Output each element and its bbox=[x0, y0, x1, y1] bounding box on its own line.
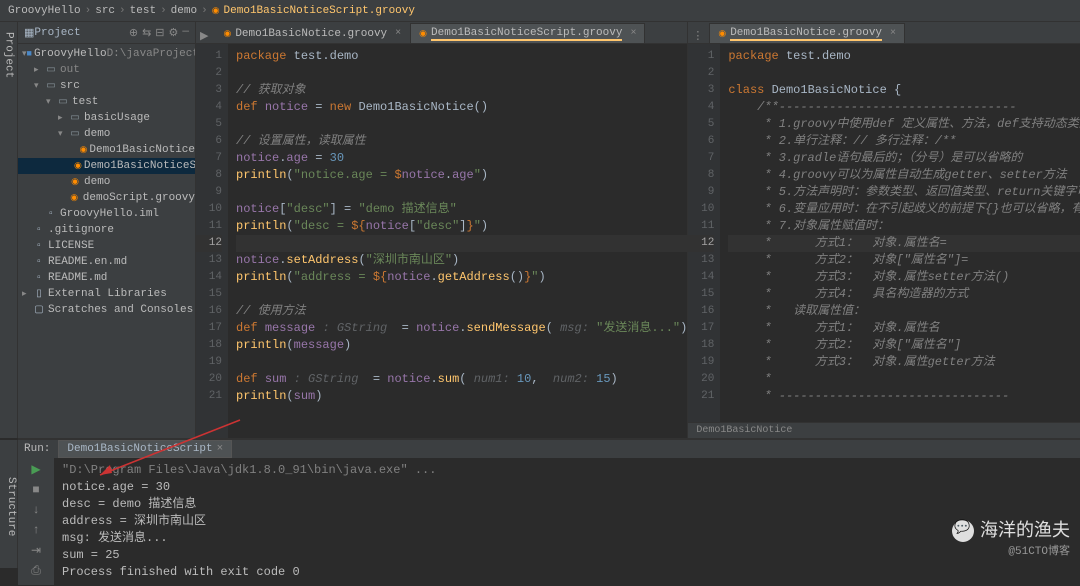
sidebar-rail-left[interactable]: Project bbox=[0, 22, 18, 438]
editor-right: ⋮ Demo1BasicNotice.groovy× 1234567891011… bbox=[688, 22, 1080, 438]
tree-item[interactable]: ▫LICENSE bbox=[18, 238, 195, 254]
gutter-right[interactable]: 123456789101112131415161718192021 bbox=[688, 44, 720, 422]
run-toolbar: ▶ ■ ↓ ↑ ⇥ ⎙ bbox=[18, 458, 54, 585]
more-icon[interactable]: ⋮ bbox=[692, 29, 703, 43]
run-icon[interactable]: ▶ bbox=[200, 29, 208, 43]
collapse-icon[interactable]: ⊟ bbox=[155, 26, 164, 40]
bc-root[interactable]: GroovyHello bbox=[8, 5, 81, 17]
tree-item[interactable]: ▾▭src bbox=[18, 78, 195, 94]
down-icon[interactable]: ↓ bbox=[32, 503, 39, 517]
editor-right-tabs: ⋮ Demo1BasicNotice.groovy× bbox=[688, 22, 1080, 44]
editor-left-tabs: ▶ Demo1BasicNotice.groovy×Demo1BasicNoti… bbox=[196, 22, 687, 44]
target-icon[interactable]: ⊕ bbox=[129, 26, 138, 40]
tree-item[interactable]: Demo1BasicNotice bbox=[18, 142, 195, 158]
run-panel: Run: Demo1BasicNoticeScript × ▶ ■ ↓ ↑ ⇥ … bbox=[18, 438, 1080, 568]
tree-item[interactable]: demoScript.groovy bbox=[18, 190, 195, 206]
sidebar-rail-bottom[interactable]: Structure bbox=[0, 440, 18, 568]
tree-item[interactable]: ▸▭basicUsage bbox=[18, 110, 195, 126]
tree-item[interactable]: ▫README.md bbox=[18, 270, 195, 286]
bc-current-file[interactable]: Demo1BasicNoticeScript.groovy bbox=[212, 5, 415, 17]
editor-left: ▶ Demo1BasicNotice.groovy×Demo1BasicNoti… bbox=[196, 22, 688, 438]
run-tab[interactable]: Demo1BasicNoticeScript × bbox=[58, 440, 232, 458]
gear-icon[interactable]: ⚙ bbox=[169, 26, 179, 40]
tree-item[interactable]: ▢Scratches and Consoles bbox=[18, 302, 195, 318]
hide-icon[interactable]: — bbox=[182, 26, 189, 40]
editor-tab[interactable]: Demo1BasicNotice.groovy× bbox=[214, 23, 410, 43]
stop-icon[interactable]: ■ bbox=[32, 483, 39, 497]
watermark: 海洋的渔夫 @51CTO博客 bbox=[952, 516, 1070, 558]
expand-icon[interactable]: ⇆ bbox=[142, 26, 151, 40]
project-header: ▦ Project ⊕ ⇆ ⊟ ⚙ — bbox=[18, 22, 195, 44]
tree-item[interactable]: demo bbox=[18, 174, 195, 190]
console-output[interactable]: "D:\Program Files\Java\jdk1.8.0_91\bin\j… bbox=[54, 458, 1080, 585]
close-icon[interactable]: × bbox=[630, 28, 636, 39]
close-icon[interactable]: × bbox=[890, 28, 896, 39]
code-right[interactable]: package test.democlass Demo1BasicNotice … bbox=[720, 44, 1080, 422]
tree-item[interactable]: ▾▭test bbox=[18, 94, 195, 110]
print-icon[interactable]: ⎙ bbox=[31, 564, 41, 578]
tree-item[interactable]: ▫README.en.md bbox=[18, 254, 195, 270]
editor-breadcrumb[interactable]: Demo1BasicNotice bbox=[688, 422, 1080, 438]
folder-icon: ▦ bbox=[24, 26, 34, 40]
editor-tab[interactable]: Demo1BasicNoticeScript.groovy× bbox=[410, 23, 645, 43]
tree-item[interactable]: ▫GroovyHello.iml bbox=[18, 206, 195, 222]
editor-tab[interactable]: Demo1BasicNotice.groovy× bbox=[709, 23, 905, 43]
tree-item[interactable]: ▫.gitignore bbox=[18, 222, 195, 238]
tree-item[interactable]: ▾GroovyHello D:\javaProject\groovy-pract… bbox=[18, 46, 195, 62]
wechat-icon bbox=[952, 520, 974, 542]
close-icon[interactable]: × bbox=[217, 443, 224, 455]
tree-item[interactable]: ▸▯External Libraries bbox=[18, 286, 195, 302]
breadcrumb: GroovyHello› src› test› demo› Demo1Basic… bbox=[0, 0, 1080, 22]
close-icon[interactable]: × bbox=[395, 28, 401, 39]
up-icon[interactable]: ↑ bbox=[32, 523, 39, 537]
run-label: Run: bbox=[24, 443, 50, 455]
project-panel: ▦ Project ⊕ ⇆ ⊟ ⚙ — ▾GroovyHello D:\java… bbox=[18, 22, 196, 438]
wrap-icon[interactable]: ⇥ bbox=[31, 543, 41, 558]
tree-item[interactable]: Demo1BasicNoticeScript.groo bbox=[18, 158, 195, 174]
project-tree[interactable]: ▾GroovyHello D:\javaProject\groovy-pract… bbox=[18, 44, 195, 438]
code-left[interactable]: package test.demo// 获取对象def notice = new… bbox=[228, 44, 687, 438]
tree-item[interactable]: ▾▭demo bbox=[18, 126, 195, 142]
rerun-icon[interactable]: ▶ bbox=[31, 462, 40, 477]
tree-item[interactable]: ▸▭out bbox=[18, 62, 195, 78]
gutter-left[interactable]: 123456789101112131415161718192021 bbox=[196, 44, 228, 438]
